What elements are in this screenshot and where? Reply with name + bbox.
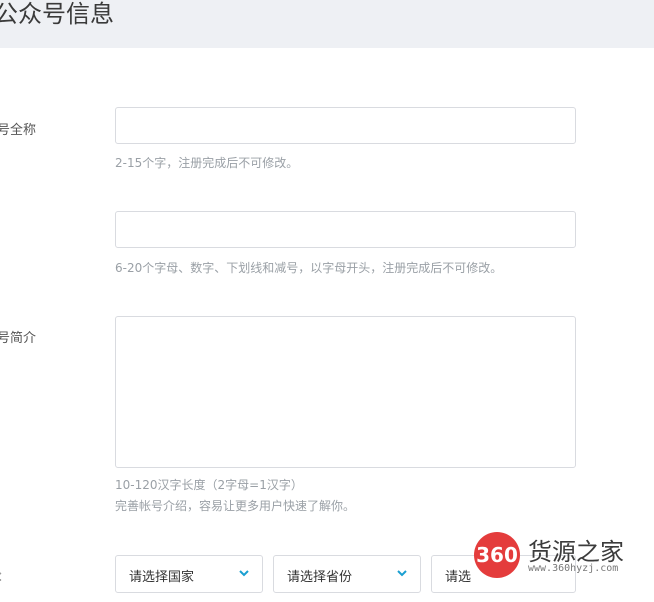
page: 公众号信息 号全称 2-15个字，注册完成后不可修改。 6-20个字母、数字、下… bbox=[0, 0, 654, 602]
account-name-hint: 2-15个字，注册完成后不可修改。 bbox=[115, 156, 299, 170]
site-watermark: 360 货源之家 www.360hyzj.com bbox=[470, 528, 654, 580]
province-select[interactable]: 请选择省份 bbox=[273, 555, 421, 593]
account-name-label: 号全称 bbox=[0, 123, 37, 138]
account-name-input[interactable] bbox=[115, 107, 576, 144]
account-id-hint: 6-20个字母、数字、下划线和减号，以字母开头，注册完成后不可修改。 bbox=[115, 261, 503, 275]
account-intro-label: 号简介 bbox=[0, 331, 37, 346]
country-select[interactable]: 请选择国家 bbox=[115, 555, 263, 593]
page-header: 公众号信息 bbox=[0, 0, 654, 48]
region-label: ： bbox=[0, 566, 10, 585]
country-select-value: 请选择国家 bbox=[129, 570, 195, 585]
account-id-input[interactable] bbox=[115, 211, 576, 248]
account-intro-hint-length: 10-120汉字长度（2字母=1汉字） bbox=[115, 478, 303, 492]
watermark-logo-badge: 360 bbox=[474, 532, 520, 578]
chevron-down-icon bbox=[239, 570, 249, 577]
province-select-value: 请选择省份 bbox=[287, 570, 353, 585]
city-select-value: 请选 bbox=[445, 570, 472, 585]
account-intro-hint-tip: 完善帐号介绍，容易让更多用户快速了解你。 bbox=[115, 499, 356, 513]
page-title: 公众号信息 bbox=[0, 0, 114, 28]
watermark-url: www.360hyzj.com bbox=[528, 563, 619, 574]
account-intro-textarea[interactable] bbox=[115, 316, 576, 468]
chevron-down-icon bbox=[397, 570, 407, 577]
watermark-title: 货源之家 bbox=[528, 538, 624, 566]
